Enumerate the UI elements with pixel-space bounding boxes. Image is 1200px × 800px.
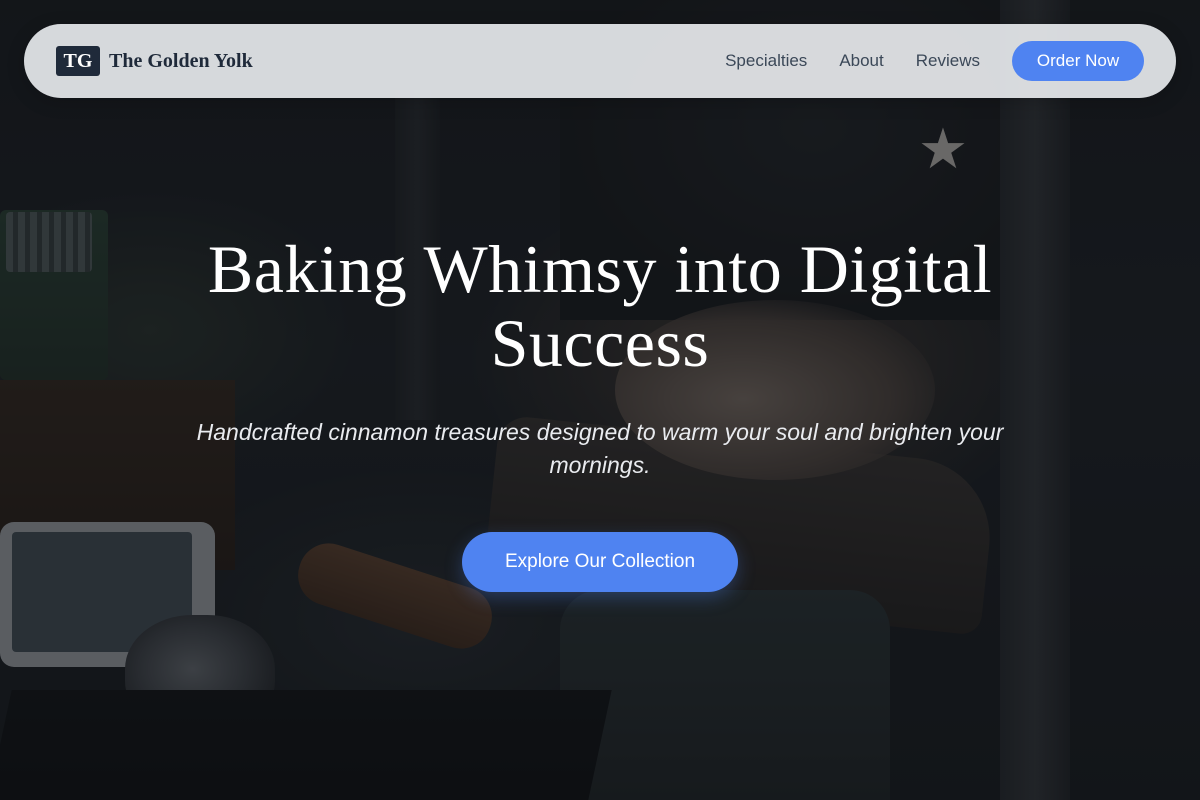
brand-logo[interactable]: TG The Golden Yolk: [56, 46, 253, 76]
explore-collection-button[interactable]: Explore Our Collection: [462, 532, 738, 592]
nav-link-specialties[interactable]: Specialties: [725, 51, 807, 71]
top-navbar: TG The Golden Yolk Specialties About Rev…: [24, 24, 1176, 98]
hero-subtitle: Handcrafted cinnamon treasures designed …: [196, 419, 1004, 478]
brand-badge: TG: [56, 46, 100, 76]
nav-links: Specialties About Reviews Order Now: [693, 41, 1144, 81]
hero-section: Baking Whimsy into Digital Success Handc…: [150, 232, 1050, 592]
order-now-button[interactable]: Order Now: [1012, 41, 1144, 81]
nav-link-about[interactable]: About: [839, 51, 883, 71]
hero-title: Baking Whimsy into Digital Success: [207, 231, 993, 381]
brand-name: The Golden Yolk: [109, 49, 253, 72]
nav-link-reviews[interactable]: Reviews: [916, 51, 980, 71]
